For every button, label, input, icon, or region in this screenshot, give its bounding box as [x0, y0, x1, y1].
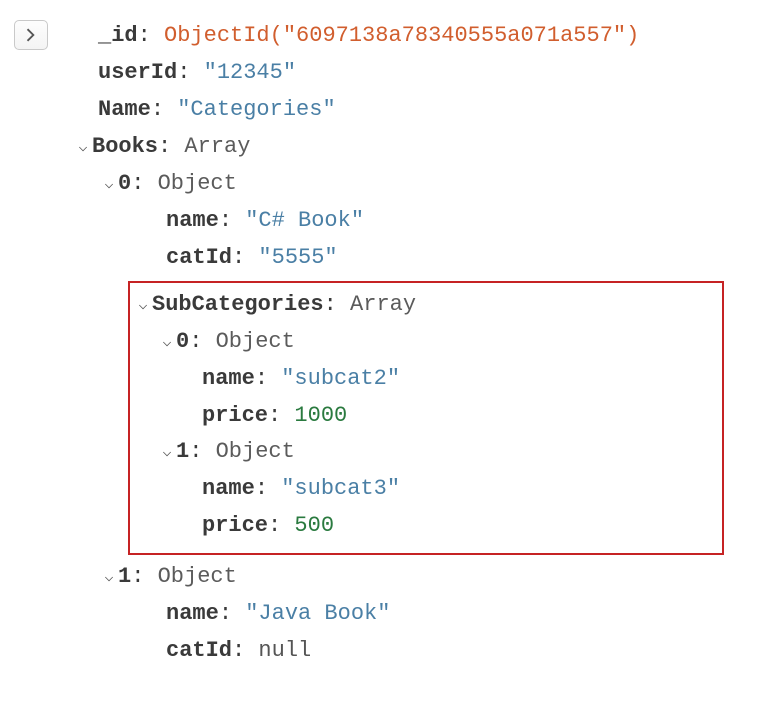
- key-books: Books: [92, 134, 158, 159]
- key-sc0-name: name: [202, 366, 255, 391]
- index-0: 0: [118, 171, 131, 196]
- field-subcategories[interactable]: ⌵SubCategories: Array: [136, 287, 716, 324]
- type-book1: Object: [158, 564, 237, 589]
- books-item-0[interactable]: ⌵0: Object: [76, 166, 758, 203]
- field-userid: userId: "12345": [98, 55, 758, 92]
- value-name: "Categories": [177, 97, 335, 122]
- key-sc1-name: name: [202, 476, 255, 501]
- value-sc0-price: 1000: [294, 403, 347, 428]
- chevron-down-icon: ⌵: [136, 293, 150, 318]
- index-sc0: 0: [176, 329, 189, 354]
- book0-catid: catId: "5555": [98, 240, 758, 277]
- key-sc0-price: price: [202, 403, 268, 428]
- type-books: Array: [184, 134, 250, 159]
- book1-catid: catId: null: [98, 633, 758, 670]
- chevron-down-icon: ⌵: [102, 172, 116, 197]
- key-book1-name: name: [166, 601, 219, 626]
- value-book1-name: "Java Book": [245, 601, 390, 626]
- field-books[interactable]: ⌵Books: Array: [76, 129, 758, 166]
- chevron-down-icon: ⌵: [160, 330, 174, 355]
- sc0-price: price: 1000: [136, 398, 716, 435]
- value-book1-catid: null: [258, 638, 311, 663]
- chevron-down-icon: ⌵: [102, 565, 116, 590]
- chevron-down-icon: ⌵: [160, 440, 174, 465]
- key-subcategories: SubCategories: [152, 292, 324, 317]
- sc1-name: name: "subcat3": [136, 471, 716, 508]
- value-sc0-name: "subcat2": [281, 366, 400, 391]
- key-id: _id: [98, 23, 138, 48]
- books-item-1[interactable]: ⌵1: Object: [76, 559, 758, 596]
- type-subcategories: Array: [350, 292, 416, 317]
- key-sc1-price: price: [202, 513, 268, 538]
- key-name: Name: [98, 97, 151, 122]
- chevron-down-icon: ⌵: [76, 135, 90, 160]
- key-userid: userId: [98, 60, 177, 85]
- key-book0-catid: catId: [166, 245, 232, 270]
- expand-toggle-button[interactable]: [14, 20, 48, 50]
- key-book0-name: name: [166, 208, 219, 233]
- sc1-price: price: 500: [136, 508, 716, 545]
- book1-name: name: "Java Book": [98, 596, 758, 633]
- value-book0-catid: "5555": [258, 245, 337, 270]
- document-tree: _id: ObjectId("6097138a78340555a071a557"…: [58, 18, 758, 670]
- key-book1-catid: catId: [166, 638, 232, 663]
- field-name: Name: "Categories": [98, 92, 758, 129]
- sc0-name: name: "subcat2": [136, 361, 716, 398]
- chevron-right-icon: [26, 28, 36, 42]
- book0-name: name: "C# Book": [98, 203, 758, 240]
- index-sc1: 1: [176, 439, 189, 464]
- value-sc1-price: 500: [294, 513, 334, 538]
- value-sc1-name: "subcat3": [281, 476, 400, 501]
- value-book0-name: "C# Book": [245, 208, 364, 233]
- field-id: _id: ObjectId("6097138a78340555a071a557"…: [98, 18, 758, 55]
- value-userid: "12345": [204, 60, 296, 85]
- type-sc1: Object: [216, 439, 295, 464]
- index-1: 1: [118, 564, 131, 589]
- type-sc0: Object: [216, 329, 295, 354]
- type-object: Object: [158, 171, 237, 196]
- subcat-item-0[interactable]: ⌵0: Object: [136, 324, 716, 361]
- value-id: ObjectId("6097138a78340555a071a557"): [164, 23, 639, 48]
- highlight-box: ⌵SubCategories: Array ⌵0: Object name: "…: [128, 281, 724, 556]
- subcat-item-1[interactable]: ⌵1: Object: [136, 434, 716, 471]
